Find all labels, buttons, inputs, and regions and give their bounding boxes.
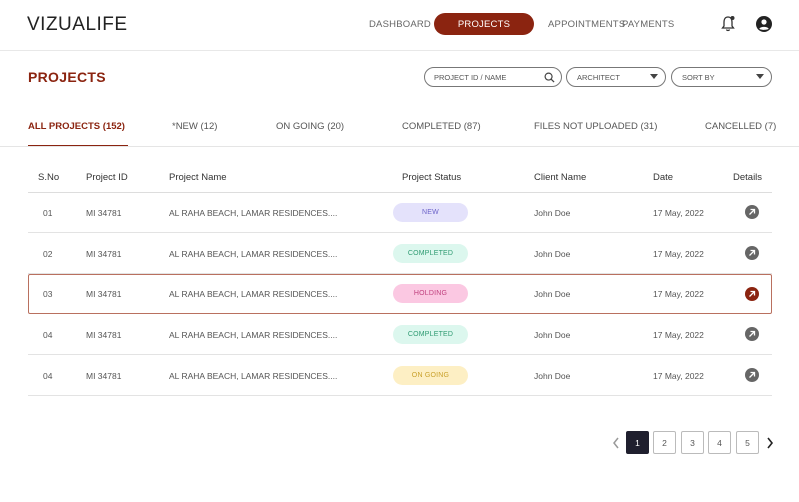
cell-project-name: AL RAHA BEACH, LAMAR RESIDENCES....: [169, 289, 338, 299]
table-row[interactable]: 02 MI 34781 AL RAHA BEACH, LAMAR RESIDEN…: [28, 234, 772, 274]
cell-client-name: John Doe: [534, 249, 571, 259]
cell-project-id: MI 34781: [86, 330, 122, 340]
cell-sno: 04: [43, 330, 53, 340]
cell-client-name: John Doe: [534, 371, 571, 381]
cell-project-id: MI 34781: [86, 208, 122, 218]
cell-client-name: John Doe: [534, 208, 571, 218]
cell-project-id: MI 34781: [86, 371, 122, 381]
details-button[interactable]: [745, 368, 759, 382]
chevron-left-icon[interactable]: [612, 437, 620, 449]
details-button[interactable]: [745, 205, 759, 219]
col-header-project-id: Project ID: [86, 172, 128, 183]
nav-payments[interactable]: PAYMENTS: [622, 19, 674, 30]
status-badge: NEW: [393, 203, 468, 222]
arrow-up-right-icon: [749, 249, 756, 256]
top-bar: VIZUALIFE DASHBOARD PROJECTS APPOINTMENT…: [0, 0, 799, 50]
cell-client-name: John Doe: [534, 289, 571, 299]
col-header-sno: S.No: [38, 172, 60, 183]
col-header-details: Details: [733, 172, 763, 183]
status-badge: COMPLETED: [393, 325, 468, 344]
page-button-2[interactable]: 2: [653, 431, 676, 454]
cell-date: 17 May, 2022: [653, 249, 704, 259]
cell-date: 17 May, 2022: [653, 371, 704, 381]
caret-down-icon: [756, 74, 764, 79]
architect-select-label: ARCHITECT: [577, 72, 620, 82]
arrow-up-right-icon: [749, 208, 756, 215]
cell-date: 17 May, 2022: [653, 208, 704, 218]
table-row[interactable]: 04 MI 34781 AL RAHA BEACH, LAMAR RESIDEN…: [28, 315, 772, 355]
tab-new[interactable]: *NEW (12): [172, 121, 217, 132]
sort-select-label: SORT BY: [682, 72, 715, 82]
nav-appointments[interactable]: APPOINTMENTS: [548, 19, 625, 30]
col-header-project-name: Project Name: [169, 172, 227, 183]
search-icon[interactable]: [544, 72, 555, 83]
table-row[interactable]: 01 MI 34781 AL RAHA BEACH, LAMAR RESIDEN…: [28, 193, 772, 233]
header-divider: [0, 50, 799, 51]
col-header-project-status: Project Status: [402, 172, 462, 183]
tab-on-going[interactable]: ON GOING (20): [276, 121, 344, 132]
tabs-divider: [0, 146, 799, 147]
details-button[interactable]: [745, 327, 759, 341]
page-button-5[interactable]: 5: [736, 431, 759, 454]
cell-date: 17 May, 2022: [653, 330, 704, 340]
page-title: PROJECTS: [28, 69, 106, 85]
architect-select[interactable]: ARCHITECT: [566, 67, 666, 87]
cell-project-name: AL RAHA BEACH, LAMAR RESIDENCES....: [169, 208, 338, 218]
details-button[interactable]: [745, 287, 759, 301]
cell-project-name: AL RAHA BEACH, LAMAR RESIDENCES....: [169, 249, 338, 259]
nav-projects[interactable]: PROJECTS: [434, 13, 534, 35]
search-input[interactable]: [434, 72, 538, 82]
sort-select[interactable]: SORT BY: [671, 67, 772, 87]
project-tabs: ALL PROJECTS (152) *NEW (12) ON GOING (2…: [0, 113, 799, 147]
cell-project-id: MI 34781: [86, 249, 122, 259]
tab-all-projects[interactable]: ALL PROJECTS (152): [28, 121, 125, 132]
cell-client-name: John Doe: [534, 330, 571, 340]
cell-sno: 03: [43, 289, 53, 299]
cell-sno: 04: [43, 371, 53, 381]
cell-project-name: AL RAHA BEACH, LAMAR RESIDENCES....: [169, 371, 338, 381]
arrow-up-right-icon: [749, 290, 756, 297]
cell-project-id: MI 34781: [86, 289, 122, 299]
table-row[interactable]: 04 MI 34781 AL RAHA BEACH, LAMAR RESIDEN…: [28, 356, 772, 396]
bell-icon[interactable]: [720, 15, 736, 33]
col-header-client-name: Client Name: [534, 172, 587, 183]
arrow-up-right-icon: [749, 330, 756, 337]
tab-files-not-uploaded[interactable]: FILES NOT UPLOADED (31): [534, 121, 657, 132]
cell-date: 17 May, 2022: [653, 289, 704, 299]
caret-down-icon: [650, 74, 658, 79]
search-box[interactable]: [424, 67, 562, 87]
cell-sno: 01: [43, 208, 53, 218]
user-icon[interactable]: [756, 16, 772, 32]
page-button-3[interactable]: 3: [681, 431, 704, 454]
page-button-4[interactable]: 4: [708, 431, 731, 454]
status-badge: ON GOING: [393, 366, 468, 385]
table-row[interactable]: 03 MI 34781 AL RAHA BEACH, LAMAR RESIDEN…: [28, 274, 772, 314]
arrow-up-right-icon: [749, 371, 756, 378]
app-logo: VIZUALIFE: [27, 14, 128, 35]
nav-dashboard[interactable]: DASHBOARD: [369, 19, 431, 30]
cell-sno: 02: [43, 249, 53, 259]
page-button-1[interactable]: 1: [626, 431, 649, 454]
tab-completed[interactable]: COMPLETED (87): [402, 121, 481, 132]
details-button[interactable]: [745, 246, 759, 260]
col-header-date: Date: [653, 172, 674, 183]
tab-cancelled[interactable]: CANCELLED (7): [705, 121, 776, 132]
status-badge: HOLDING: [393, 284, 468, 303]
status-badge: COMPLETED: [393, 244, 468, 263]
chevron-right-icon[interactable]: [766, 437, 774, 449]
cell-project-name: AL RAHA BEACH, LAMAR RESIDENCES....: [169, 330, 338, 340]
